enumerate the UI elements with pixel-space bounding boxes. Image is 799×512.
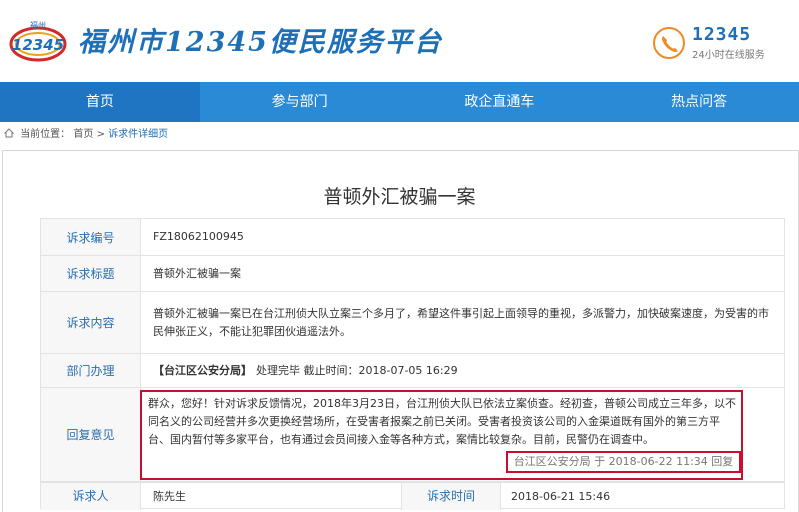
dept-label: 部门办理 bbox=[41, 354, 141, 387]
breadcrumb: 当前位置： 首页 > 诉求件详细页 bbox=[0, 124, 799, 146]
logo-small-text: 福州 bbox=[30, 21, 46, 30]
site-title: 福州市12345便民服务平台 bbox=[78, 27, 443, 58]
dept-name: 【台江区公安分局】 bbox=[153, 363, 252, 377]
hotline-block: 12345 24小时在线服务 bbox=[652, 24, 792, 64]
hotline-number: 12345 bbox=[692, 24, 752, 45]
dept-status: 处理完毕 截止时间：2018-07-05 16:29 bbox=[256, 363, 458, 377]
site-logo[interactable]: 福州 12345 bbox=[8, 14, 68, 70]
case-title: 普顿外汇被骗一案 bbox=[323, 186, 476, 208]
logo-text: 12345 bbox=[12, 36, 64, 54]
request-time-label: 诉求时间 bbox=[401, 483, 501, 510]
case-content-label: 诉求内容 bbox=[41, 292, 141, 353]
table-row: 诉求编号 FZ18062100945 bbox=[40, 218, 785, 256]
case-id-value: FZ18062100945 bbox=[153, 230, 244, 243]
nav-departments[interactable]: 参与部门 bbox=[200, 82, 400, 122]
case-title-label: 诉求标题 bbox=[41, 256, 141, 291]
request-time-value: 2018-06-21 15:46 bbox=[511, 490, 611, 503]
table-row: 部门办理 【台江区公安分局】 处理完毕 截止时间：2018-07-05 16:2… bbox=[40, 354, 785, 388]
nav-home[interactable]: 首页 bbox=[0, 82, 200, 122]
requester-label: 诉求人 bbox=[41, 483, 141, 510]
case-id-label: 诉求编号 bbox=[41, 219, 141, 255]
dept-value: 【台江区公安分局】 处理完毕 截止时间：2018-07-05 16:29 bbox=[153, 354, 776, 387]
requester-value: 陈先生 bbox=[153, 490, 186, 503]
reply-label: 回复意见 bbox=[41, 388, 141, 481]
home-icon bbox=[4, 128, 14, 138]
table-row: 诉求人 陈先生 诉求时间 2018-06-21 15:46 bbox=[40, 482, 785, 510]
reply-text: 群众，您好！针对诉求反馈情况，2018年3月23日，台江刑侦大队已依法立案侦查。… bbox=[148, 397, 736, 446]
breadcrumb-separator: > bbox=[96, 129, 109, 140]
phone-icon bbox=[653, 27, 685, 59]
table-row: 诉求内容 普顿外汇被骗一案已在台江刑侦大队立案三个多月了，希望这件事引起上面领导… bbox=[40, 292, 785, 354]
case-title-value: 普顿外汇被骗一案 bbox=[153, 266, 241, 280]
hotline-subtitle: 24小时在线服务 bbox=[692, 50, 765, 61]
nav-enterprise-express[interactable]: 政企直通车 bbox=[400, 82, 600, 122]
breadcrumb-current: 诉求件详细页 bbox=[108, 129, 169, 140]
breadcrumb-prefix: 当前位置： bbox=[20, 129, 71, 140]
table-row: 诉求标题 普顿外汇被骗一案 bbox=[40, 256, 785, 292]
case-content-value: 普顿外汇被骗一案已在台江刑侦大队立案三个多月了，希望这件事引起上面领导的重视，多… bbox=[153, 306, 769, 338]
reply-meta: 台江区公安分局 于 2018-06-22 11:34 回复 bbox=[506, 451, 741, 473]
nav-hot-qa[interactable]: 热点问答 bbox=[599, 82, 799, 122]
breadcrumb-home-link[interactable]: 首页 bbox=[73, 129, 93, 140]
site-header: 福州 12345 福州市12345便民服务平台 12345 24小时在线服务 bbox=[0, 0, 799, 82]
main-nav: 首页 参与部门 政企直通车 热点问答 bbox=[0, 82, 799, 122]
